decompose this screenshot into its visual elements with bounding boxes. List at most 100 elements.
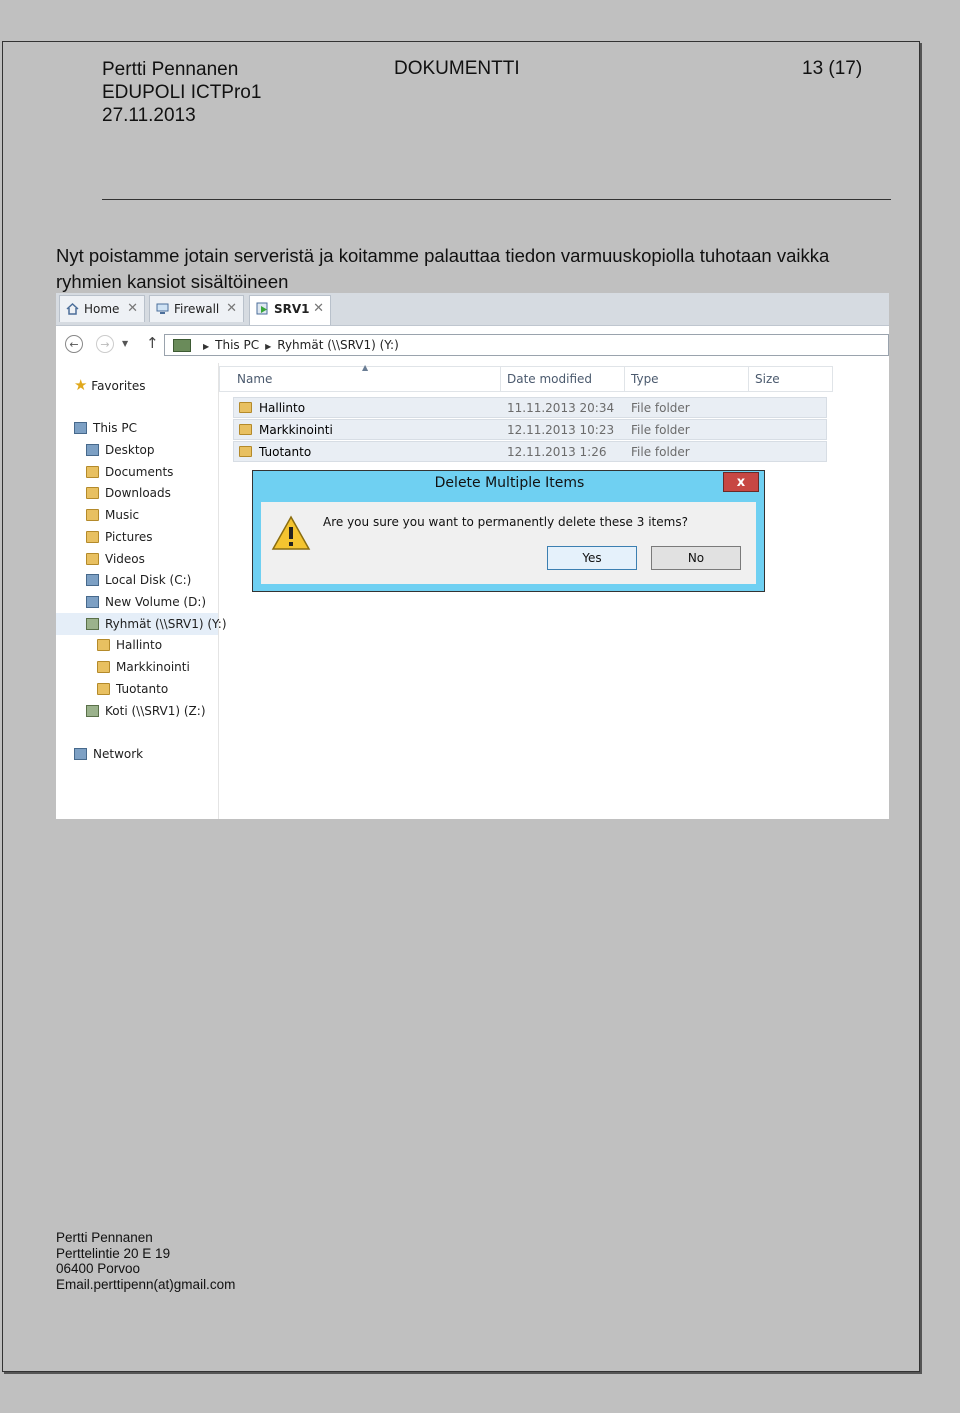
folder-icon (239, 424, 252, 435)
breadcrumb-ryhmat[interactable]: Ryhmät (\\SRV1) (Y:) (277, 338, 399, 352)
tree-label: Local Disk (C:) (105, 573, 192, 587)
tree-label: Favorites (91, 379, 146, 393)
computer-icon (173, 339, 191, 352)
home-icon (66, 302, 79, 315)
footer-name: Pertti Pennanen (56, 1230, 153, 1245)
tree-item-downloads[interactable]: Downloads (86, 486, 171, 500)
header-left: Pertti Pennanen EDUPOLI ICTPro1 27.11.20… (102, 58, 261, 127)
tree-label: Desktop (105, 443, 155, 457)
sort-arrow-icon: ▲ (362, 363, 369, 372)
header-date: 27.11.2013 (102, 105, 196, 126)
header-author: Pertti Pennanen (102, 59, 239, 80)
chevron-right-icon: ▶ (203, 342, 210, 351)
header-org: EDUPOLI ICTPro1 (102, 82, 262, 103)
network-icon (74, 748, 87, 760)
dialog-message: Are you sure you want to permanently del… (323, 515, 688, 529)
file-type: File folder (631, 401, 690, 415)
tree-item-tuotanto[interactable]: Tuotanto (97, 682, 168, 696)
header-doc-type: DOKUMENTTI (394, 58, 520, 79)
tree-label: Koti (\\SRV1) (Z:) (105, 704, 206, 718)
tree-item-koti[interactable]: Koti (\\SRV1) (Z:) (86, 704, 206, 718)
tree-item-documents[interactable]: Documents (86, 465, 173, 479)
column-headers: Name ▲ Date modified Type Size (219, 363, 833, 392)
yes-button[interactable]: Yes (547, 546, 637, 570)
chevron-right-icon: ▶ (265, 342, 272, 351)
dialog-title: Delete Multiple Items (434, 475, 585, 491)
monitor-icon (156, 302, 169, 315)
file-date: 11.11.2013 20:34 (507, 401, 615, 415)
chevron-down-icon[interactable]: ▼ (122, 339, 128, 348)
column-size[interactable]: Size (755, 372, 780, 386)
tree-label: Hallinto (116, 638, 163, 652)
tree-item-videos[interactable]: Videos (86, 552, 145, 566)
column-divider[interactable] (748, 367, 749, 391)
folder-icon (239, 402, 252, 413)
file-name: Hallinto (259, 401, 306, 415)
videos-icon (86, 553, 99, 565)
tree-item-network[interactable]: Network (74, 747, 143, 761)
music-icon (86, 509, 99, 521)
column-date-modified[interactable]: Date modified (507, 372, 592, 386)
disk-icon (86, 574, 99, 586)
footer-street: Perttelintie 20 E 19 (56, 1245, 171, 1261)
close-icon[interactable]: ✕ (127, 301, 138, 316)
navigation-pane: ★ Favorites This PC Desktop Documents Do… (56, 363, 227, 819)
tree-label: Videos (105, 552, 145, 566)
tree-item-music[interactable]: Music (86, 508, 139, 522)
delete-dialog: Delete Multiple Items x Are you sure you… (252, 470, 765, 592)
tree-item-desktop[interactable]: Desktop (86, 443, 155, 457)
back-arrow-icon[interactable]: ← (65, 335, 83, 353)
tree-item-this-pc[interactable]: This PC (74, 421, 137, 435)
tree-label: This PC (93, 421, 137, 435)
tab-srv1[interactable]: SRV1 ✕ (249, 295, 331, 325)
tree-label: Documents (105, 465, 174, 479)
column-name[interactable]: Name (237, 372, 272, 386)
close-icon[interactable]: ✕ (226, 301, 237, 316)
warning-icon (271, 515, 311, 555)
close-icon[interactable]: ✕ (313, 301, 324, 316)
tree-label: New Volume (D:) (105, 595, 207, 609)
tab-firewall-label: Firewall (174, 302, 220, 316)
file-date: 12.11.2013 10:23 (507, 423, 615, 437)
downloads-icon (86, 487, 99, 499)
tree-label: Markkinointi (116, 660, 190, 674)
no-button[interactable]: No (651, 546, 741, 570)
tree-item-new-volume[interactable]: New Volume (D:) (86, 595, 206, 609)
network-drive-icon (86, 618, 99, 630)
tab-srv1-label: SRV1 (274, 302, 310, 316)
column-divider[interactable] (500, 367, 501, 391)
tree-item-hallinto[interactable]: Hallinto (97, 638, 162, 652)
explorer-screenshot: Home ✕ Firewall ✕ SRV1 ✕ ← → ▼ ↑ ▶ This P… (56, 293, 889, 819)
file-row[interactable]: Markkinointi 12.11.2013 10:23 File folde… (233, 419, 827, 440)
star-icon: ★ (74, 376, 88, 394)
forward-arrow-icon[interactable]: → (96, 335, 114, 353)
column-type[interactable]: Type (631, 372, 659, 386)
documents-icon (86, 466, 99, 478)
dialog-close-button[interactable]: x (723, 472, 759, 492)
tab-home[interactable]: Home ✕ (59, 295, 145, 322)
address-bar[interactable]: ▶ This PC ▶ Ryhmät (\\SRV1) (Y:) (164, 334, 889, 356)
file-row[interactable]: Tuotanto 12.11.2013 1:26 File folder (233, 441, 827, 462)
network-drive-icon (86, 705, 99, 717)
disk-icon (86, 596, 99, 608)
intro-paragraph: Nyt poistamme jotain serveristä ja koita… (56, 245, 830, 292)
desktop-icon (86, 444, 99, 456)
tree-item-local-disk[interactable]: Local Disk (C:) (86, 573, 191, 587)
tree-item-favorites[interactable]: ★ Favorites (74, 376, 146, 394)
column-divider[interactable] (624, 367, 625, 391)
footer: Pertti Pennanen Perttelintie 20 E 19 064… (56, 1230, 235, 1292)
up-arrow-icon[interactable]: ↑ (146, 334, 159, 352)
folder-icon (97, 683, 110, 695)
file-name: Tuotanto (259, 445, 312, 459)
tab-firewall[interactable]: Firewall ✕ (149, 295, 244, 322)
file-name: Markkinointi (259, 423, 333, 437)
header-page-number: 13 (17) (802, 58, 863, 79)
file-row[interactable]: Hallinto 11.11.2013 20:34 File folder (233, 397, 827, 418)
play-server-icon (256, 302, 269, 315)
tree-item-markkinointi[interactable]: Markkinointi (97, 660, 190, 674)
tree-item-pictures[interactable]: Pictures (86, 530, 153, 544)
breadcrumb-this-pc[interactable]: This PC (215, 338, 259, 352)
computer-icon (74, 422, 87, 434)
tree-label: Ryhmät (\\SRV1) (Y:) (105, 617, 227, 631)
tree-item-ryhmat[interactable]: Ryhmät (\\SRV1) (Y:) (86, 617, 227, 631)
